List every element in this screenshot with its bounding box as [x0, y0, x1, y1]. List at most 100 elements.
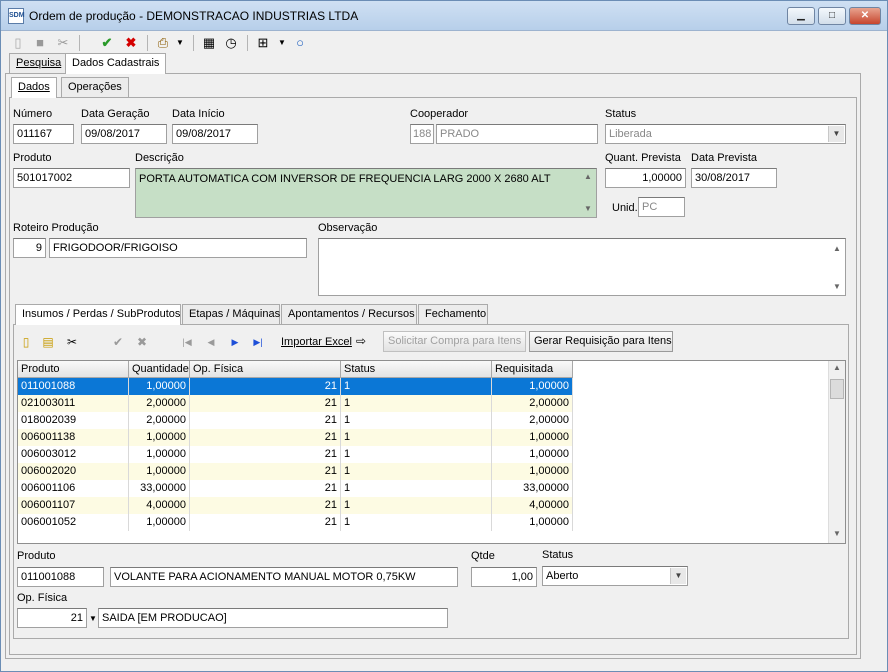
cell-op-fisica[interactable]: 21	[190, 463, 341, 480]
tab-etapas[interactable]: Etapas / Máquinas	[182, 304, 280, 324]
next-record-icon[interactable]: ▶	[229, 334, 241, 350]
column-header-status[interactable]: Status	[341, 361, 492, 378]
cell-status[interactable]: 1	[341, 395, 492, 412]
print-dropdown-arrow-icon[interactable]: ▼	[175, 35, 185, 51]
cell-quantidade[interactable]: 1,00000	[129, 514, 190, 531]
detail-op-fisica-desc-input[interactable]: SAIDA [EM PRODUCAO]	[98, 608, 448, 628]
detail-qtde-input[interactable]: 1,00	[471, 567, 537, 587]
cell-requisitada[interactable]: 2,00000	[492, 395, 573, 412]
tab-dados-cadastrais[interactable]: Dados Cadastrais	[65, 53, 167, 74]
circle-icon[interactable]: ○	[293, 35, 307, 51]
cell-requisitada[interactable]: 2,00000	[492, 412, 573, 429]
quant-prevista-input[interactable]: 1,00000	[605, 168, 686, 188]
tab-apontamentos[interactable]: Apontamentos / Recursos	[281, 304, 417, 324]
cell-produto[interactable]: 006001107	[18, 497, 129, 514]
cell-quantidade[interactable]: 33,00000	[129, 480, 190, 497]
scroll-up-icon[interactable]: ▲	[583, 172, 593, 181]
table-row[interactable]: 006001106 33,00000 21 1 33,00000	[18, 480, 573, 497]
save-icon[interactable]: ■	[33, 35, 47, 51]
cell-status[interactable]: 1	[341, 463, 492, 480]
clock-icon[interactable]: ◷	[223, 35, 239, 51]
cell-op-fisica[interactable]: 21	[190, 514, 341, 531]
edit-item-icon[interactable]: ▤	[41, 334, 55, 350]
excel-import-icon[interactable]: ⇨	[353, 333, 369, 349]
cell-requisitada[interactable]: 1,00000	[492, 378, 573, 395]
new-item-icon[interactable]: ▯	[19, 334, 33, 350]
tab-operacoes[interactable]: Operações	[61, 77, 129, 97]
solicitar-compra-button[interactable]: Solicitar Compra para Itens	[383, 331, 526, 352]
cell-produto[interactable]: 006001052	[18, 514, 129, 531]
numero-input[interactable]: 011167	[13, 124, 74, 144]
column-header-requisitada[interactable]: Requisitada	[492, 361, 573, 378]
scroll-down-icon[interactable]: ▼	[583, 204, 593, 213]
first-record-icon[interactable]: |◀	[181, 334, 193, 350]
table-row[interactable]: 011001088 1,00000 21 1 1,00000	[18, 378, 573, 395]
table-row[interactable]: 006001138 1,00000 21 1 1,00000	[18, 429, 573, 446]
scroll-up-icon[interactable]: ▲	[832, 363, 842, 372]
new-doc-icon[interactable]: ▯	[11, 35, 25, 51]
cell-status[interactable]: 1	[341, 514, 492, 531]
close-button[interactable]: ✕	[849, 7, 881, 25]
descricao-textarea[interactable]: PORTA AUTOMATICA COM INVERSOR DE FREQUEN…	[135, 168, 597, 218]
table-row[interactable]: 006003012 1,00000 21 1 1,00000	[18, 446, 573, 463]
scroll-down-icon[interactable]: ▼	[832, 529, 842, 538]
cell-status[interactable]: 1	[341, 429, 492, 446]
detail-produto-desc-input[interactable]: VOLANTE PARA ACIONAMENTO MANUAL MOTOR 0,…	[110, 567, 458, 587]
scroll-thumb[interactable]	[830, 379, 844, 399]
cut-icon[interactable]: ✂	[55, 35, 71, 51]
cell-op-fisica[interactable]: 21	[190, 395, 341, 412]
chevron-down-icon[interactable]: ▼	[670, 568, 686, 584]
network-dropdown-arrow-icon[interactable]: ▼	[277, 35, 287, 51]
cooperador-name-input[interactable]: PRADO	[436, 124, 598, 144]
cell-status[interactable]: 1	[341, 497, 492, 514]
cell-produto[interactable]: 006002020	[18, 463, 129, 480]
cooperador-code-input[interactable]: 188	[410, 124, 434, 144]
cell-status[interactable]: 1	[341, 446, 492, 463]
table-row[interactable]: 006001107 4,00000 21 1 4,00000	[18, 497, 573, 514]
cell-requisitada[interactable]: 1,00000	[492, 514, 573, 531]
cell-op-fisica[interactable]: 21	[190, 429, 341, 446]
cell-op-fisica[interactable]: 21	[190, 412, 341, 429]
tab-dados[interactable]: Dados	[11, 77, 57, 98]
table-row[interactable]: 018002039 2,00000 21 1 2,00000	[18, 412, 573, 429]
cell-requisitada[interactable]: 4,00000	[492, 497, 573, 514]
cell-quantidade[interactable]: 4,00000	[129, 497, 190, 514]
confirm-icon[interactable]: ✔	[99, 35, 115, 51]
column-header-produto[interactable]: Produto	[18, 361, 129, 378]
confirm-item-icon[interactable]: ✔	[111, 334, 125, 350]
gerar-requisicao-button[interactable]: Gerar Requisição para Itens	[529, 331, 673, 352]
maximize-button[interactable]: □	[818, 7, 846, 25]
cell-produto[interactable]: 006001106	[18, 480, 129, 497]
print-icon[interactable]: ⎙	[155, 35, 171, 51]
table-row[interactable]: 021003011 2,00000 21 1 2,00000	[18, 395, 573, 412]
cell-status[interactable]: 1	[341, 378, 492, 395]
table-row[interactable]: 006001052 1,00000 21 1 1,00000	[18, 514, 573, 531]
observacao-textarea[interactable]	[318, 238, 846, 296]
grid-scrollbar[interactable]: ▲ ▼	[828, 361, 845, 543]
prev-record-icon[interactable]: ◀	[205, 334, 217, 350]
cell-quantidade[interactable]: 1,00000	[129, 446, 190, 463]
chevron-down-icon[interactable]: ▼	[88, 611, 98, 627]
scroll-down-icon[interactable]: ▼	[832, 282, 842, 291]
column-header-op-fisica[interactable]: Op. Física	[190, 361, 341, 378]
import-excel-link[interactable]: Importar Excel	[281, 336, 352, 348]
calculator-icon[interactable]: ▦	[201, 35, 217, 51]
cell-op-fisica[interactable]: 21	[190, 497, 341, 514]
cell-quantidade[interactable]: 1,00000	[129, 378, 190, 395]
detail-op-fisica-code-input[interactable]: 21	[17, 608, 87, 628]
status-select[interactable]: Liberada ▼	[605, 124, 846, 144]
detail-produto-code-input[interactable]: 011001088	[17, 567, 104, 587]
cell-requisitada[interactable]: 1,00000	[492, 429, 573, 446]
cell-quantidade[interactable]: 2,00000	[129, 395, 190, 412]
produto-input[interactable]: 501017002	[13, 168, 130, 188]
cell-produto[interactable]: 011001088	[18, 378, 129, 395]
tab-fechamento[interactable]: Fechamento	[418, 304, 488, 324]
last-record-icon[interactable]: ▶|	[251, 334, 265, 350]
cell-produto[interactable]: 006001138	[18, 429, 129, 446]
cell-requisitada[interactable]: 1,00000	[492, 446, 573, 463]
data-inicio-input[interactable]: 09/08/2017	[172, 124, 258, 144]
tab-pesquisa[interactable]: Pesquisa	[9, 53, 69, 73]
cancel-item-icon[interactable]: ✖	[135, 334, 149, 350]
scroll-up-icon[interactable]: ▲	[832, 244, 842, 253]
cell-requisitada[interactable]: 33,00000	[492, 480, 573, 497]
